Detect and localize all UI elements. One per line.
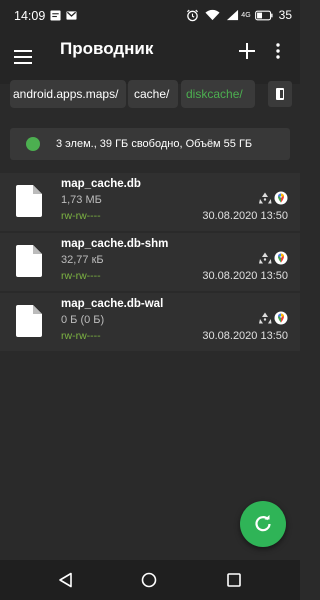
google-maps-icon [274, 251, 288, 265]
status-time: 14:09 [14, 9, 46, 23]
owner-app-icons [258, 191, 288, 205]
system-nav-bar [0, 560, 300, 600]
breadcrumb-label: diskcache/ [186, 87, 243, 101]
google-maps-icon [274, 191, 288, 205]
breadcrumb-label: android.apps.maps/ [13, 87, 119, 101]
file-permissions: rw-rw---- [61, 210, 101, 222]
file-name: map_cache.db-wal [61, 298, 164, 310]
alarm-icon [187, 9, 199, 21]
file-name: map_cache.db-shm [61, 238, 169, 250]
file-size: 1,73 МБ [61, 194, 102, 206]
owner-app-icons [258, 311, 288, 325]
list-item[interactable]: map_cache.db-wal 0 Б (0 Б) rw-rw---- 30.… [0, 293, 300, 351]
system-icons: 4G 35 [186, 8, 292, 22]
file-date: 30.08.2020 13:50 [202, 270, 288, 282]
sms-icon [50, 10, 61, 21]
folder-select-icon [276, 88, 284, 100]
file-icon [16, 245, 42, 277]
battery-icon [254, 10, 273, 20]
file-permissions: rw-rw---- [61, 270, 101, 282]
breadcrumb: android.apps.maps/ cache/ diskcache/ [0, 76, 300, 112]
notification-icons [50, 10, 77, 21]
file-icon [16, 185, 42, 217]
google-maps-icon [274, 311, 288, 325]
battery-level: 35 [278, 8, 292, 22]
file-permissions: rw-rw---- [61, 330, 101, 342]
status-bar: 14:09 4G 35 [0, 0, 300, 34]
file-size: 32,77 кБ [61, 254, 104, 266]
file-icon [16, 305, 42, 337]
recycle-icon [259, 312, 272, 324]
recycle-icon [259, 252, 272, 264]
recycle-icon [259, 192, 272, 204]
signal-icon [227, 9, 239, 21]
network-type: 4G [241, 11, 251, 19]
storage-summary: 3 элем., 39 ГБ свободно, Объём 55 ГБ [56, 138, 253, 150]
menu-icon[interactable] [14, 48, 32, 66]
page-title: Проводник [60, 39, 154, 58]
file-name: map_cache.db [61, 178, 141, 190]
wifi-icon [205, 9, 220, 21]
more-vert-icon[interactable] [272, 42, 284, 60]
owner-app-icons [258, 251, 288, 265]
back-icon[interactable] [58, 572, 74, 588]
file-date: 30.08.2020 13:50 [202, 330, 288, 342]
list-item[interactable]: map_cache.db 1,73 МБ rw-rw---- 30.08.202… [0, 173, 300, 231]
add-icon[interactable] [236, 40, 258, 62]
breadcrumb-item[interactable]: cache/ [128, 80, 178, 108]
home-icon[interactable] [141, 572, 157, 588]
file-date: 30.08.2020 13:50 [202, 210, 288, 222]
storage-info: 3 элем., 39 ГБ свободно, Объём 55 ГБ [10, 128, 290, 160]
select-folder-button[interactable] [268, 81, 292, 107]
refresh-button[interactable] [240, 501, 286, 547]
list-item[interactable]: map_cache.db-shm 32,77 кБ rw-rw---- 30.0… [0, 233, 300, 291]
refresh-icon [255, 515, 271, 532]
gmail-icon [66, 11, 77, 20]
breadcrumb-item[interactable]: android.apps.maps/ [10, 80, 126, 108]
recent-apps-icon[interactable] [226, 572, 242, 588]
breadcrumb-label: cache/ [134, 87, 170, 101]
storage-status-icon [26, 137, 40, 151]
breadcrumb-item-active[interactable]: diskcache/ [181, 80, 255, 108]
file-size: 0 Б (0 Б) [61, 314, 105, 326]
